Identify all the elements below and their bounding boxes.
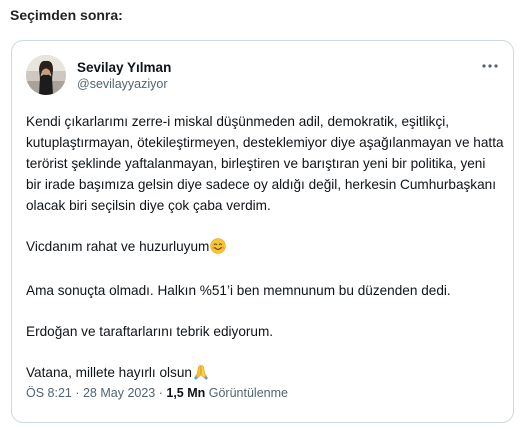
tweet-card[interactable]: Sevilay Yılman @sevilayyaziyor Kendi çık… <box>11 40 514 423</box>
views-count[interactable]: 1,5 Mn <box>166 386 205 400</box>
meta-separator: · <box>71 386 83 400</box>
tweet-paragraph: Kendi çıkarlarımı zerre-i miskal düşünme… <box>26 114 504 213</box>
tweet-text: Kendi çıkarlarımı zerre-i miskal düşünme… <box>26 111 504 386</box>
author-name[interactable]: Sevilay Yılman <box>77 59 171 76</box>
folded-hands-emoji-icon <box>193 364 209 386</box>
tweet-paragraph: Erdoğan ve taraftarlarını tebrik ediyoru… <box>26 324 274 339</box>
meta-separator: · <box>155 386 167 400</box>
tweet-paragraph: Vatana, millete hayırlı olsun <box>26 362 504 386</box>
tweet-paragraph: Vicdanım rahat ve huzurluyum <box>26 236 504 260</box>
views-label: Görüntülenme <box>205 386 288 400</box>
profile-photo-icon <box>26 55 66 95</box>
smiling-face-emoji-icon <box>210 238 227 260</box>
more-options-button[interactable] <box>479 57 501 75</box>
author-info[interactable]: Sevilay Yılman @sevilayyaziyor <box>77 59 171 93</box>
page-heading: Seçimden sonra: <box>10 7 123 23</box>
tweet-time[interactable]: ÖS 8:21 <box>26 386 72 400</box>
author-handle[interactable]: @sevilayyaziyor <box>77 76 171 93</box>
tweet-date[interactable]: 28 May 2023 <box>83 386 155 400</box>
tweet-meta: ÖS 8:21 · 28 May 2023 · 1,5 Mn Görüntüle… <box>26 386 288 400</box>
author-avatar[interactable] <box>26 55 66 95</box>
more-horizontal-icon <box>482 64 498 68</box>
tweet-paragraph: Ama sonuçta olmadı. Halkın %51’i ben mem… <box>26 283 451 298</box>
